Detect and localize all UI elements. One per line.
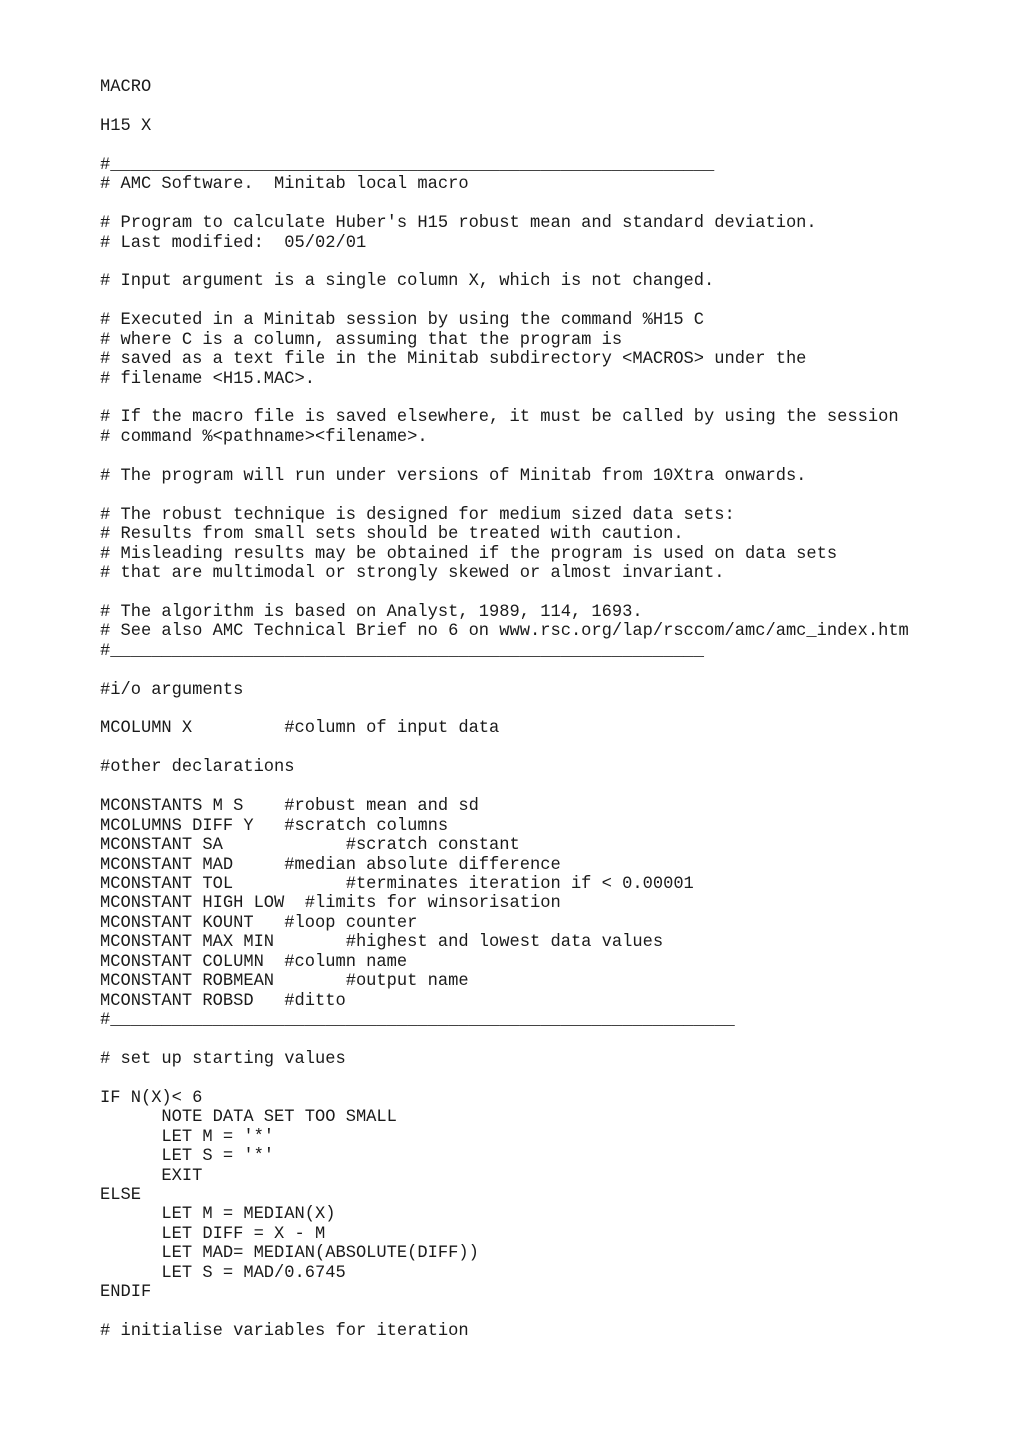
code-line: MCONSTANT KOUNT #loop counter [100, 913, 418, 933]
code-line: MCONSTANT ROBSD #ditto [100, 991, 346, 1011]
code-line: MACRO [100, 78, 152, 97]
code-line: NOTE DATA SET TOO SMALL [100, 1108, 397, 1128]
comment-line: # Program to calculate Huber's H15 robus… [100, 214, 817, 234]
code-line: MCONSTANTS M S #robust mean and sd [100, 797, 479, 817]
comment-line: #i/o arguments [100, 680, 244, 700]
code-line: MCONSTANT HIGH LOW #limits for winsorisa… [100, 894, 561, 914]
comment-line: # The algorithm is based on Analyst, 198… [100, 602, 643, 622]
comment-line: #_______________________________________… [100, 1011, 735, 1030]
code-line: MCONSTANT COLUMN #column name [100, 952, 408, 972]
code-line: MCOLUMN X #column of input data [100, 719, 500, 739]
comment-line: # Misleading results may be obtained if … [100, 544, 838, 564]
code-line: IF N(X)< 6 [100, 1088, 203, 1108]
comment-line: # filename <H15.MAC>. [100, 369, 315, 389]
code-line: ENDIF [100, 1283, 152, 1303]
comment-line: # set up starting values [100, 1049, 346, 1069]
comment-line: # The robust technique is designed for m… [100, 505, 735, 525]
code-line: EXIT [100, 1166, 203, 1186]
comment-line: # Executed in a Minitab session by using… [100, 311, 705, 331]
code-line: LET MAD= MEDIAN(ABSOLUTE(DIFF)) [100, 1244, 479, 1264]
comment-line: # command %<pathname><filename>. [100, 427, 428, 447]
comment-line: # See also AMC Technical Brief no 6 on w… [100, 622, 909, 642]
comment-line: # saved as a text file in the Minitab su… [100, 350, 807, 370]
code-line: ELSE [100, 1185, 141, 1205]
comment-line: # Results from small sets should be trea… [100, 525, 684, 545]
code-line: MCONSTANT TOL #terminates iteration if <… [100, 874, 694, 894]
code-line: MCONSTANT SA #scratch constant [100, 836, 520, 856]
code-line: MCOLUMNS DIFF Y #scratch columns [100, 816, 449, 836]
code-line: LET DIFF = X - M [100, 1224, 326, 1244]
code-line: MCONSTANT ROBMEAN #output name [100, 972, 469, 992]
comment-line: # initialise variables for iteration [100, 1322, 469, 1341]
code-line: LET S = '*' [100, 1147, 275, 1167]
comment-line: #_______________________________________… [100, 641, 705, 661]
comment-line: # Last modified: 05/02/01 [100, 233, 367, 253]
code-line: MCONSTANT MAD #median absolute differenc… [100, 855, 561, 875]
macro-source-document: MACRO H15 X #___________________________… [100, 78, 909, 1341]
code-line: LET M = '*' [100, 1127, 275, 1147]
code-line: MCONSTANT MAX MIN #highest and lowest da… [100, 933, 664, 953]
code-line: H15 X [100, 116, 152, 136]
comment-line: #other declarations [100, 758, 295, 778]
comment-line: # where C is a column, assuming that the… [100, 330, 623, 350]
comment-line: # that are multimodal or strongly skewed… [100, 563, 725, 583]
comment-line: #_______________________________________… [100, 155, 715, 175]
comment-line: # If the macro file is saved elsewhere, … [100, 408, 899, 428]
comment-line: # AMC Software. Minitab local macro [100, 175, 469, 195]
code-line: LET S = MAD/0.6745 [100, 1263, 346, 1283]
comment-line: # The program will run under versions of… [100, 466, 807, 486]
code-line: LET M = MEDIAN(X) [100, 1205, 336, 1225]
comment-line: # Input argument is a single column X, w… [100, 272, 715, 292]
